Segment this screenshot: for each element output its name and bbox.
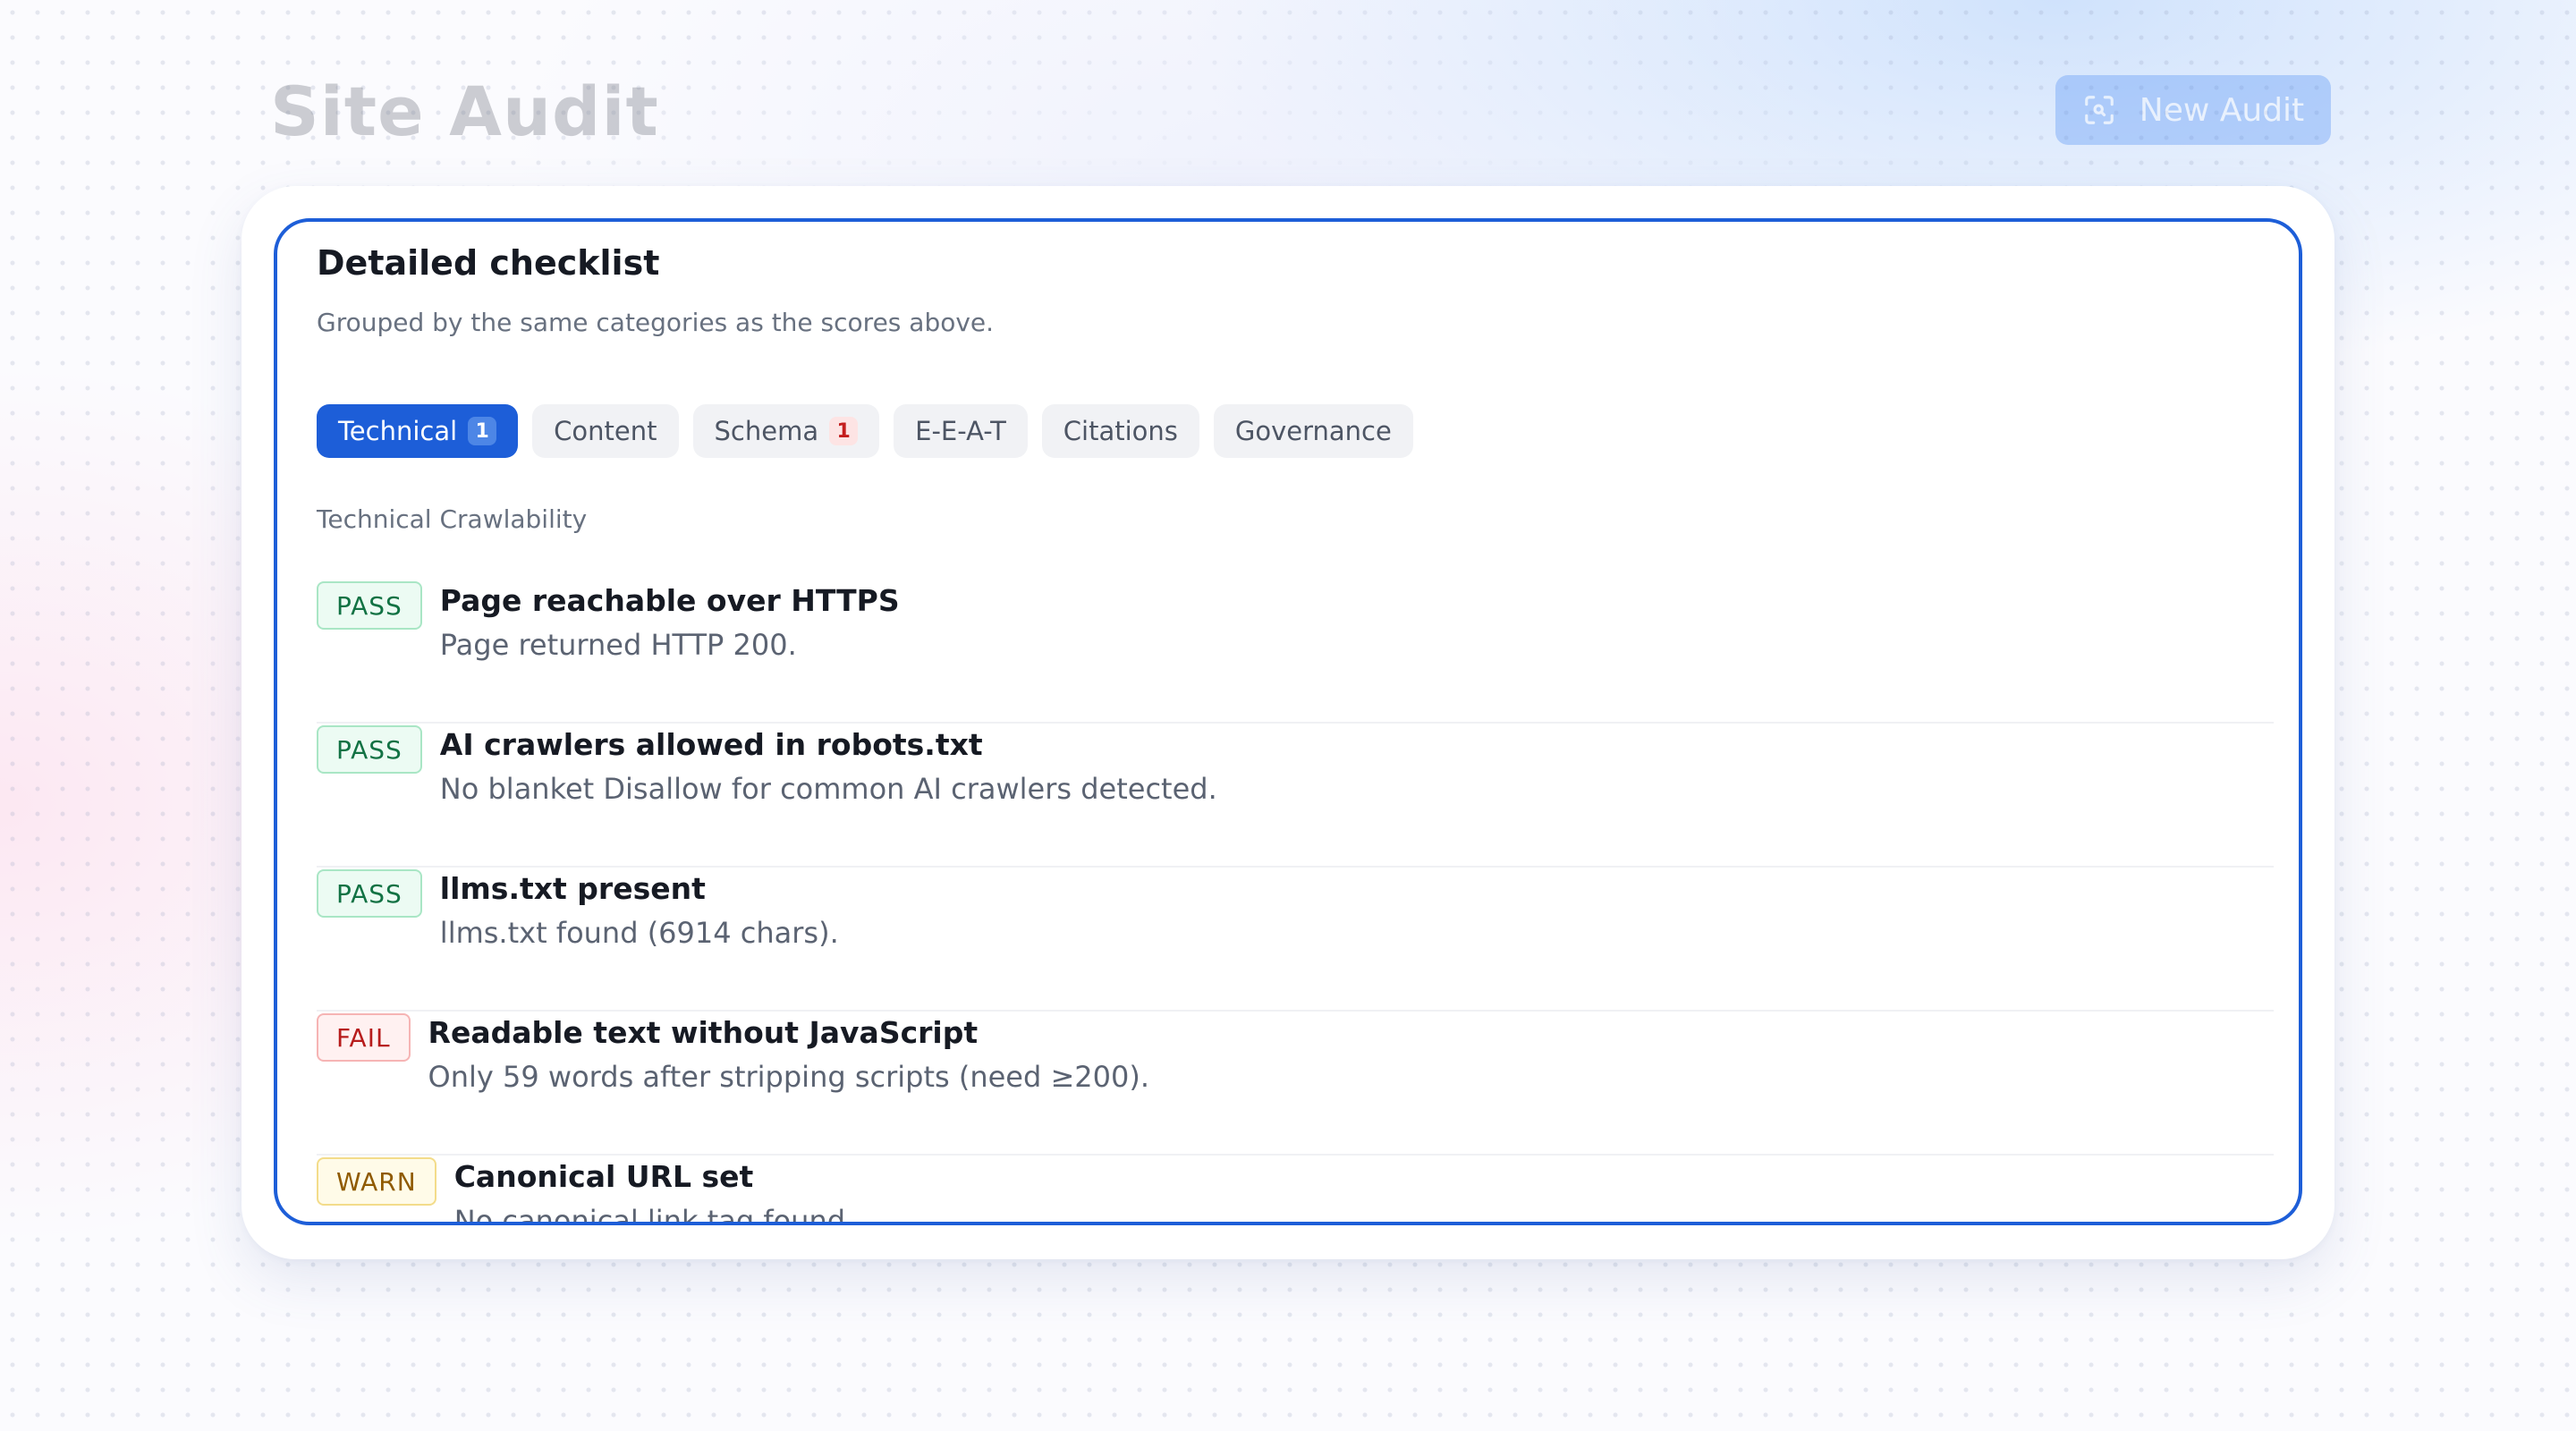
item-description: No canonical link tag found. [453,1204,855,1225]
item-description: No blanket Disallow for common AI crawle… [439,772,1217,806]
item-description: llms.txt found (6914 chars). [439,916,839,950]
tab-label: Governance [1234,416,1392,446]
scan-icon [2084,96,2114,124]
tab-count-badge: 1 [829,417,859,445]
tab-governance[interactable]: Governance [1213,404,1413,458]
item-title: Readable text without JavaScript [428,1015,979,1050]
page-header: Site Audit New Audit [270,72,2331,179]
status-badge: PASS [317,581,422,630]
item-title: Page reachable over HTTPS [439,583,900,618]
new-audit-button[interactable]: New Audit [2055,75,2331,145]
tab-citations[interactable]: Citations [1041,404,1199,458]
tab-eeat[interactable]: E-E-A-T [894,404,1028,458]
status-badge: PASS [317,869,422,918]
tab-content[interactable]: Content [532,404,679,458]
page-title: Site Audit [270,72,659,151]
status-badge: WARN [317,1157,436,1206]
tab-label: Content [554,416,657,446]
checklist-title: Detailed checklist [317,243,660,283]
status-badge: FAIL [317,1013,411,1062]
list-item: WARN Canonical URL set No canonical link… [317,1156,2274,1225]
tab-label: Citations [1063,416,1178,446]
list-item: PASS Page reachable over HTTPS Page retu… [317,580,2274,724]
item-title: AI crawlers allowed in robots.txt [439,727,983,762]
item-title: llms.txt present [439,871,706,906]
list-item: PASS AI crawlers allowed in robots.txt N… [317,724,2274,868]
list-item: PASS llms.txt present llms.txt found (69… [317,868,2274,1012]
checklist-subtitle: Grouped by the same categories as the sc… [317,308,995,337]
section-label: Technical Crawlability [317,504,588,534]
item-description: Only 59 words after stripping scripts (n… [428,1060,1150,1094]
new-audit-label: New Audit [2139,91,2305,129]
item-title: Canonical URL set [453,1159,754,1194]
tab-label: Schema [714,416,819,446]
tab-count-badge: 1 [468,417,497,445]
category-tabs: Technical 1 Content Schema 1 E-E-A-T Cit… [317,404,1413,458]
list-item: FAIL Readable text without JavaScript On… [317,1012,2274,1156]
detailed-checklist-panel: Detailed checklist Grouped by the same c… [274,218,2302,1225]
tab-label: Technical [338,416,458,446]
item-description: Page returned HTTP 200. [439,628,797,662]
status-badge: PASS [317,725,422,774]
tab-technical[interactable]: Technical 1 [317,404,519,458]
checklist-items: PASS Page reachable over HTTPS Page retu… [317,580,2274,1225]
tab-label: E-E-A-T [915,416,1006,446]
tab-schema[interactable]: Schema 1 [692,404,880,458]
